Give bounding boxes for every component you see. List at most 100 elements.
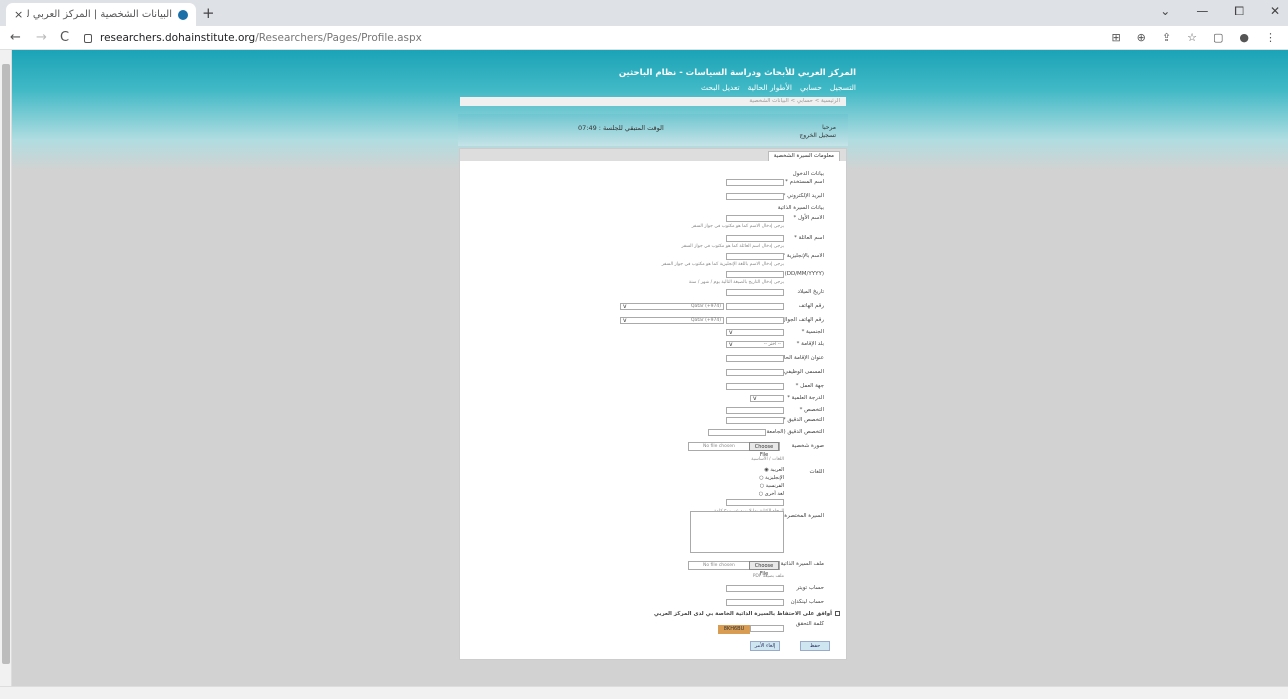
field-label: اللغات (809, 469, 824, 475)
field-hint: يرجى إدخال التاريخ بالصيغة التالية يوم /… (688, 280, 784, 285)
menu-item[interactable]: حسابي (800, 83, 822, 92)
field-label: ملف السيرة الذاتية * (776, 561, 824, 567)
mobile-field[interactable] (726, 317, 784, 324)
phone-field[interactable] (726, 303, 784, 310)
browser-toolbar: ← → C researchers.dohainstitute.org /Res… (0, 26, 1288, 50)
forward-button[interactable]: → (36, 30, 47, 45)
date-note: (DD/MM/YYYY) (784, 271, 824, 277)
new-tab-button[interactable]: + (202, 4, 215, 22)
email-field[interactable] (726, 193, 784, 200)
back-button[interactable]: ← (10, 30, 21, 45)
maximize-button[interactable]: ⧠ (1234, 4, 1244, 19)
logout-link[interactable]: تسجيل الخروج (799, 132, 836, 139)
username-field[interactable] (726, 179, 784, 186)
university-field[interactable] (708, 429, 766, 436)
cv-file-input[interactable]: Choose File No file chosen (688, 561, 780, 577)
field-label: الدرجة العلمية * (787, 395, 824, 401)
translate-icon[interactable]: ⊞ (1111, 31, 1120, 44)
cv-note: ملف بصيغة PDF (752, 574, 784, 579)
browser-tab[interactable]: البيانات الشخصية | المركز العربي لل × (6, 3, 196, 26)
field-label: اسم المستخدم * (785, 179, 824, 185)
agree-label: أوافق على الاحتفاظ بالسيرة الذاتية الخاص… (653, 611, 832, 617)
vertical-scrollbar[interactable] (0, 50, 12, 686)
zoom-icon[interactable]: ⊕ (1137, 31, 1146, 44)
field-label: حساب لينكدإن (790, 599, 824, 605)
breadcrumb: الرئيسية > حسابي > البيانات الشخصية (460, 97, 846, 106)
employer-field[interactable] (726, 383, 784, 390)
phone-code-select[interactable]: v Qatar (+974) (620, 303, 724, 310)
address-field[interactable] (726, 355, 784, 362)
field-label: السيرة المختصرة (784, 513, 824, 519)
first-name-field[interactable] (726, 215, 784, 222)
field-label: بلد الإقامة * (796, 341, 824, 347)
cancel-button[interactable]: إلغاء الأمر (750, 641, 780, 651)
field-label: تاريخ الميلاد (797, 289, 824, 295)
tab-close-icon[interactable]: × (14, 8, 23, 21)
country-select[interactable]: v -- اختر -- (726, 341, 784, 348)
language-option[interactable]: الفرنسية ○ (760, 483, 784, 489)
field-label: اسم العائلة * (794, 235, 824, 241)
menu-item[interactable]: التسجيل (830, 83, 856, 92)
field-label: عنوان الإقامة الحالي (777, 355, 824, 361)
field-label: رقم الهاتف الجوال (781, 317, 824, 323)
kebab-menu-icon[interactable]: ⋮ (1265, 31, 1276, 44)
job-title-field[interactable] (726, 369, 784, 376)
photo-file-input[interactable]: Choose File No file chosen (688, 442, 780, 458)
save-button[interactable]: حفظ (800, 641, 830, 651)
menu-item[interactable]: الأطوار الحالية (748, 83, 792, 92)
tab-search-icon[interactable]: ⌄ (1160, 4, 1170, 19)
close-window-button[interactable]: ✕ (1270, 4, 1280, 19)
choose-photo-button[interactable]: Choose File (749, 442, 779, 458)
minimize-button[interactable]: — (1196, 4, 1208, 19)
address-bar[interactable]: researchers.dohainstitute.org /Researche… (84, 29, 1104, 47)
field-hint: يرجى إدخال الاسم باللغة الإنجليزية كما ه… (661, 262, 784, 267)
bio-textarea[interactable] (690, 511, 784, 553)
url-domain: researchers.dohainstitute.org (100, 32, 256, 44)
lock-icon (84, 33, 92, 43)
side-panel-icon[interactable]: ▢ (1213, 31, 1223, 44)
site-favicon-icon (178, 9, 188, 20)
english-name-field[interactable] (726, 253, 784, 260)
choose-cv-button[interactable]: Choose File (749, 561, 779, 577)
session-infobar: مرحبا تسجيل الخروج الوقت المتبقي للجلسة … (458, 114, 848, 146)
linkedin-field[interactable] (726, 599, 784, 606)
menu-item[interactable]: تعديل البحث (701, 83, 740, 92)
birthdate-input[interactable] (726, 289, 784, 296)
field-label: البريد الإلكتروني * (782, 193, 824, 199)
site-title: المركز العربي للأبحاث ودراسة السياسات - … (618, 68, 856, 78)
chevron-down-icon: v (623, 303, 627, 310)
language-option[interactable]: العربية ◉ (764, 467, 784, 473)
tab-title: البيانات الشخصية | المركز العربي لل (27, 9, 172, 20)
birthdate-field[interactable] (726, 271, 784, 278)
profile-icon[interactable]: ● (1239, 31, 1249, 44)
panel-tabstrip: معلومات السيرة الشخصية (460, 149, 846, 161)
file-status: No file chosen (703, 444, 735, 449)
sub-specialty-field[interactable] (726, 417, 784, 424)
language-option[interactable]: الإنجليزية ○ (759, 475, 784, 481)
url-path: /Researchers/Pages/Profile.aspx (255, 32, 422, 44)
share-icon[interactable]: ⇪ (1162, 31, 1171, 44)
tab-profile[interactable]: معلومات السيرة الشخصية (767, 151, 840, 161)
other-language-field[interactable] (726, 499, 784, 506)
chevron-down-icon: v (729, 329, 733, 336)
captcha-field[interactable] (750, 625, 784, 632)
last-name-field[interactable] (726, 235, 784, 242)
browser-tabbar: البيانات الشخصية | المركز العربي لل × + … (0, 0, 1288, 26)
mobile-code-select[interactable]: v Qatar (+974) (620, 317, 724, 324)
file-status: No file chosen (703, 563, 735, 568)
language-option[interactable]: لغة أخرى ○ (759, 491, 784, 497)
session-timer: الوقت المتبقي للجلسة : 07:49 (578, 124, 664, 132)
twitter-field[interactable] (726, 585, 784, 592)
horizontal-scrollbar[interactable] (0, 686, 1288, 699)
nationality-select[interactable]: v (726, 329, 784, 336)
agree-checkbox[interactable] (835, 611, 840, 616)
field-label: التخصص * (799, 407, 824, 413)
scrollbar-thumb[interactable] (2, 64, 10, 664)
field-label: حساب تويتر (796, 585, 824, 591)
bookmark-star-icon[interactable]: ☆ (1187, 31, 1197, 44)
degree-select[interactable]: v (750, 395, 784, 402)
window-controls: ⌄ — ⧠ ✕ (1160, 4, 1280, 19)
section-login: بيانات الدخول (792, 171, 824, 177)
specialty-field[interactable] (726, 407, 784, 414)
reload-button[interactable]: C (60, 30, 69, 45)
